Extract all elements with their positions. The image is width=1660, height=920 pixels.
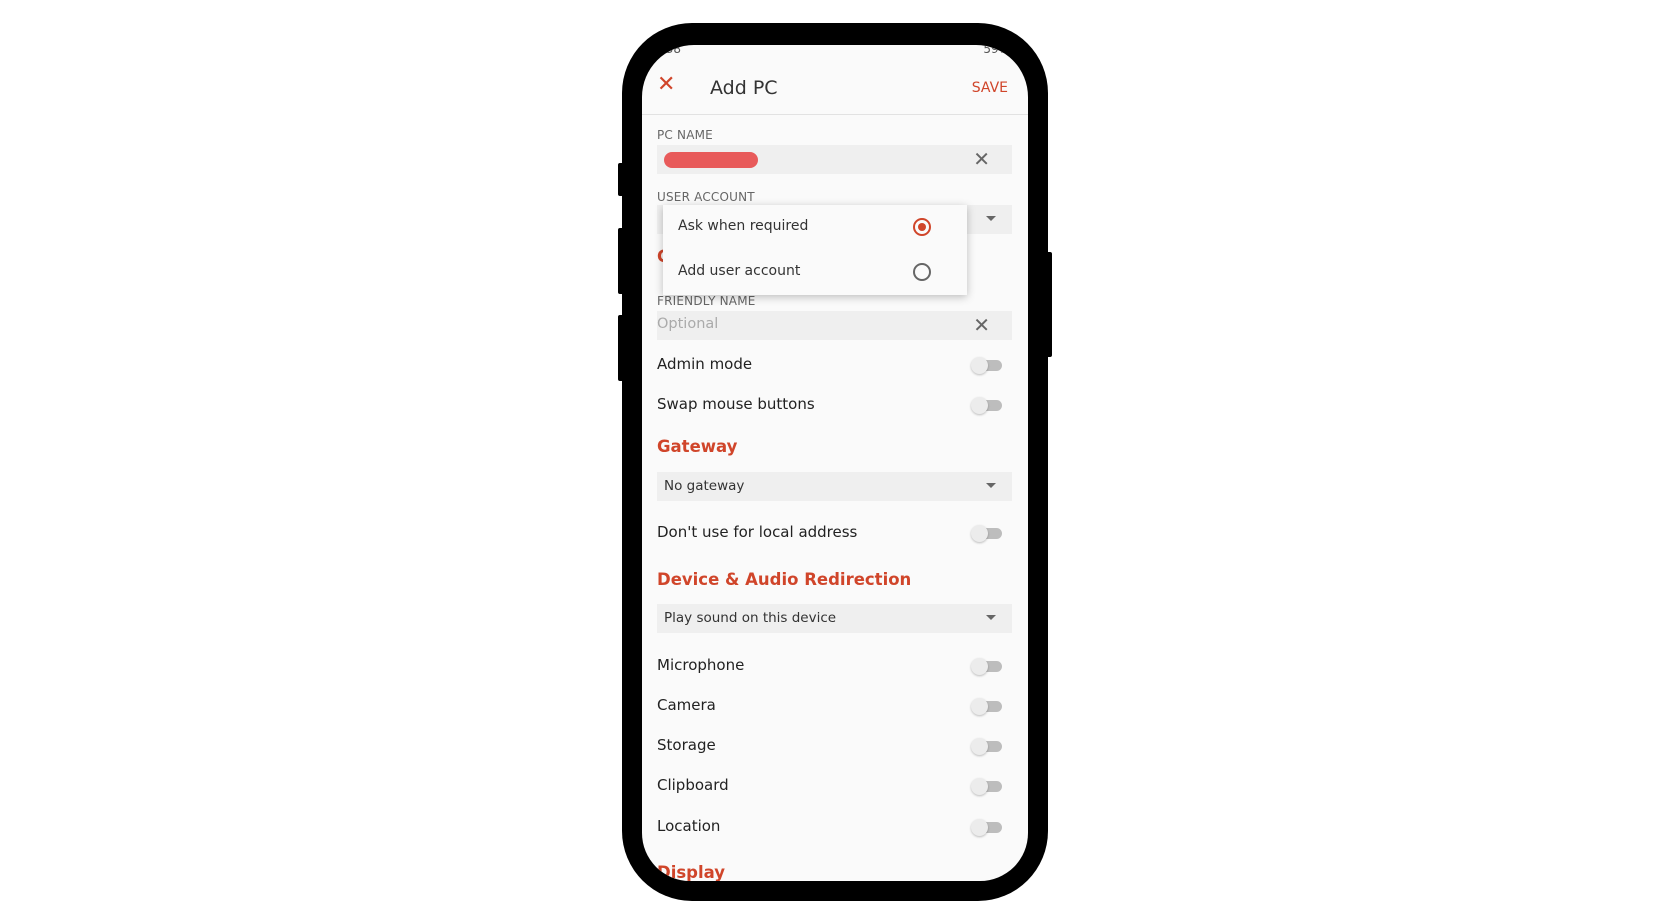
clear-icon[interactable]: ✕ <box>973 147 990 171</box>
friendly-name-label: FRIENDLY NAME <box>657 294 756 308</box>
radio-unselected-icon[interactable] <box>913 263 931 281</box>
app-bar: ✕ Add PC SAVE <box>642 45 1028 115</box>
save-button[interactable]: SAVE <box>972 80 1008 96</box>
camera-toggle[interactable] <box>971 698 1002 715</box>
clear-icon[interactable]: ✕ <box>973 313 990 337</box>
phone-volume-button <box>618 228 624 294</box>
location-toggle[interactable] <box>971 819 1002 836</box>
camera-label: Camera <box>657 696 716 714</box>
close-icon[interactable]: ✕ <box>657 74 675 96</box>
microphone-toggle[interactable] <box>971 658 1002 675</box>
pc-name-label: PC NAME <box>657 128 713 142</box>
local-address-toggle[interactable] <box>971 525 1002 542</box>
option-ask-when-required[interactable]: Ask when required <box>663 205 967 250</box>
user-account-label: USER ACCOUNT <box>657 190 755 204</box>
clipboard-label: Clipboard <box>657 776 729 794</box>
radio-selected-icon[interactable] <box>913 218 931 236</box>
gateway-header: Gateway <box>657 437 738 456</box>
redirection-header: Device & Audio Redirection <box>657 570 912 589</box>
option-label: Add user account <box>678 263 801 279</box>
display-header: Display <box>657 863 726 881</box>
app-screen: 5:38 59% ✕ Add PC SAVE PC NAME ✕ USER AC… <box>642 45 1028 881</box>
friendly-name-input[interactable]: Optional ✕ <box>657 311 1012 340</box>
storage-toggle[interactable] <box>971 738 1002 755</box>
audio-select[interactable]: Play sound on this device <box>657 604 1012 633</box>
local-address-label: Don't use for local address <box>657 523 858 541</box>
phone-power-button <box>1046 252 1052 357</box>
chevron-down-icon <box>986 615 996 620</box>
option-add-user-account[interactable]: Add user account <box>663 250 967 295</box>
chevron-down-icon <box>986 216 996 221</box>
storage-label: Storage <box>657 736 716 754</box>
admin-mode-label: Admin mode <box>657 355 753 373</box>
chevron-down-icon <box>986 483 996 488</box>
swap-mouse-label: Swap mouse buttons <box>657 395 815 413</box>
swap-mouse-toggle[interactable] <box>971 397 1002 414</box>
clipboard-toggle[interactable] <box>971 778 1002 795</box>
phone-volume-button <box>618 163 624 196</box>
gateway-select[interactable]: No gateway <box>657 472 1012 501</box>
option-label: Ask when required <box>678 218 809 234</box>
user-account-dropdown: Ask when required Add user account <box>663 205 967 295</box>
page-title: Add PC <box>710 77 778 99</box>
redaction-mark <box>664 152 758 168</box>
location-label: Location <box>657 817 721 835</box>
pc-name-input[interactable]: ✕ <box>657 145 1012 174</box>
microphone-label: Microphone <box>657 656 745 674</box>
friendly-name-placeholder: Optional <box>657 316 719 332</box>
admin-mode-toggle[interactable] <box>971 357 1002 374</box>
gateway-selected: No gateway <box>664 478 745 494</box>
audio-selected: Play sound on this device <box>664 610 837 626</box>
phone-bixby-button <box>618 315 624 381</box>
